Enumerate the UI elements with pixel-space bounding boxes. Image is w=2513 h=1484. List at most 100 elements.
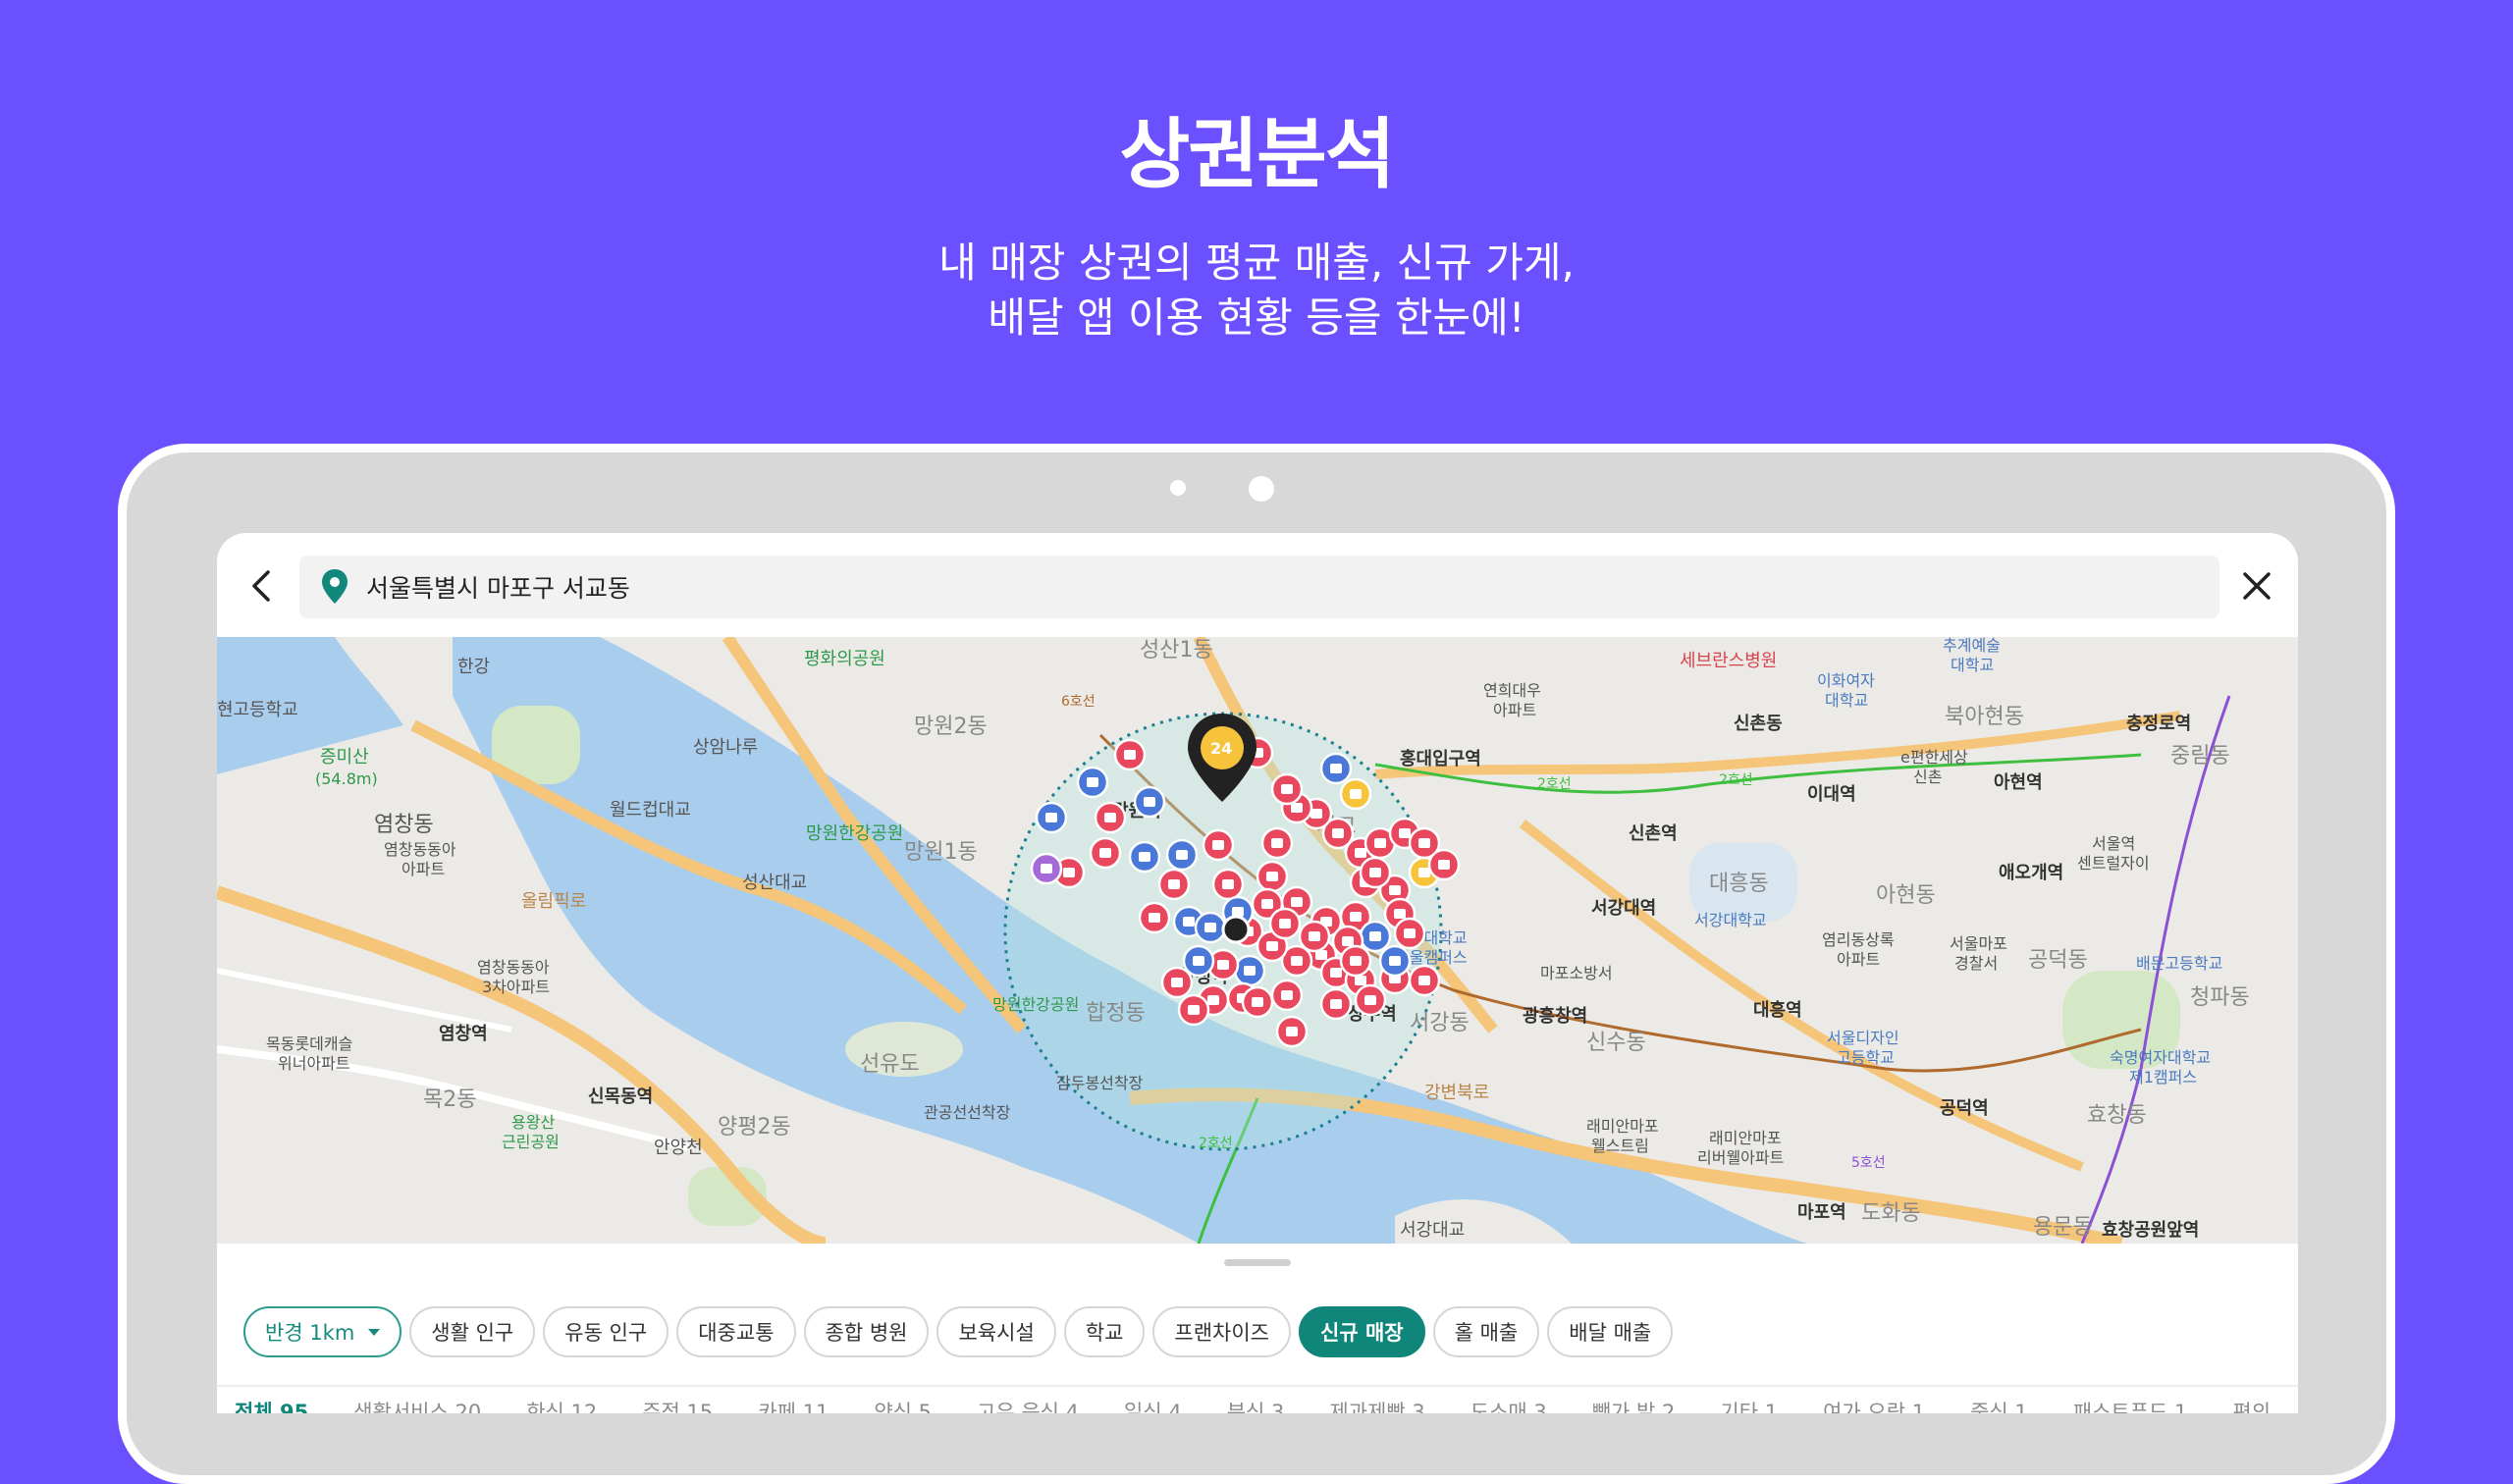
tab-category[interactable]: 기타 1 (1720, 1397, 1778, 1413)
store-glyph-icon (1350, 789, 1362, 799)
map-label: 목동롯데캐슬 (266, 1034, 352, 1053)
store-glyph-icon (1183, 917, 1195, 927)
chip-school[interactable]: 학교 (1063, 1306, 1146, 1357)
map-label: 성산대교 (742, 873, 807, 893)
map-label: 서강동 (1410, 1011, 1470, 1035)
store-glyph-icon (1291, 956, 1303, 966)
app-screen: 서울특별시 마포구 서교동 한강 평화의공원 성산1동 현고등학교 증미산 (5… (217, 533, 2298, 1413)
tab-category[interactable]: 도소매 3 (1470, 1397, 1547, 1413)
store-glyph-icon (1279, 919, 1291, 928)
store-glyph-icon (1374, 838, 1386, 848)
tab-category[interactable]: 생활서비스 20 (353, 1397, 481, 1413)
map-label: 중림동 (2170, 744, 2230, 768)
store-glyph-icon (1281, 990, 1293, 1000)
store-glyph-icon (1286, 1027, 1298, 1036)
store-glyph-icon (1099, 848, 1111, 858)
store-glyph-icon (1144, 797, 1155, 807)
filter-chips: 반경 1km 생활 인구 유동 인구 대중교통 종합 병원 보육시설 학교 프랜… (243, 1306, 1674, 1357)
map-label: 합정동 (1086, 1001, 1146, 1026)
store-glyph-icon (1309, 931, 1320, 941)
map-label: 아파트 (1837, 950, 1880, 969)
chip-childcare[interactable]: 보육시설 (936, 1306, 1056, 1357)
chip-public-transit[interactable]: 대중교통 (676, 1306, 796, 1357)
map-label: 광흥창역 (1523, 1005, 1587, 1027)
map-label: 근린공원 (502, 1133, 560, 1151)
map-label: 대흥역 (1753, 999, 1802, 1021)
tab-all[interactable]: 전체 95 (235, 1397, 308, 1413)
store-glyph-icon (1369, 931, 1381, 941)
chip-franchise[interactable]: 프랜차이즈 (1152, 1306, 1292, 1357)
store-glyph-icon (1330, 968, 1342, 978)
store-glyph-icon (1350, 956, 1362, 966)
map-label: 2호선 (1537, 776, 1572, 792)
map-label: 2호선 (1199, 1136, 1233, 1151)
map-label: 안양천 (654, 1138, 703, 1158)
location-search[interactable]: 서울특별시 마포구 서교동 (299, 556, 2219, 618)
tab-category[interactable]: 분식 3 (1227, 1397, 1285, 1413)
tab-category[interactable]: 제과제빵 3 (1329, 1397, 1424, 1413)
chip-living-population[interactable]: 생활 인구 (409, 1306, 536, 1357)
map-label: 제1캠퍼스 (2129, 1068, 2197, 1086)
map-label: 증미산 (320, 747, 369, 768)
map-label: e편한세상 (1900, 748, 1968, 767)
map-label: 센트럴자이 (2077, 854, 2150, 873)
store-glyph-icon (1355, 848, 1366, 858)
chip-delivery-sales[interactable]: 배달 매출 (1547, 1306, 1674, 1357)
store-glyph-icon (1342, 936, 1354, 946)
location-text: 서울특별시 마포구 서교동 (366, 574, 630, 603)
category-tabs: 전체 95 생활서비스 20 한식 12 주점 15 카페 11 양식 5 고유… (235, 1397, 2271, 1413)
map-label: 도화동 (1861, 1201, 1921, 1226)
map-label: 이대역 (1807, 784, 1856, 805)
chip-floating-population[interactable]: 유동 인구 (543, 1306, 669, 1357)
store-glyph-icon (1252, 997, 1263, 1007)
map-label: 청파동 (2190, 985, 2250, 1010)
sheet-handle[interactable] (1224, 1259, 1291, 1266)
map-label: 염창동동아 (384, 840, 456, 859)
store-glyph-icon (1330, 999, 1342, 1009)
promo-subtitle: 내 매장 상권의 평균 매출, 신규 가게, 배달 앱 이용 현황 등을 한눈에… (0, 236, 2513, 345)
tab-category[interactable]: 한식 12 (526, 1397, 597, 1413)
map-label: 성산1동 (1140, 638, 1213, 662)
tab-category[interactable]: 주점 15 (642, 1397, 713, 1413)
store-glyph-icon (1261, 899, 1273, 909)
back-button[interactable] (242, 566, 282, 606)
map-label: 2호선 (1719, 772, 1753, 788)
map-label: 망원2동 (914, 715, 988, 739)
close-button[interactable] (2239, 568, 2274, 604)
map-label: 서울디자인 (1827, 1029, 1899, 1047)
map-label: 서강대교 (1400, 1220, 1465, 1241)
bottom-sheet: 반경 1km 생활 인구 유동 인구 대중교통 종합 병원 보육시설 학교 프랜… (217, 1244, 2298, 1413)
map-label: 북아현동 (1945, 705, 2024, 729)
chip-hall-sales[interactable]: 홀 매출 (1432, 1306, 1540, 1357)
tab-category[interactable]: 편의 (2232, 1397, 2271, 1413)
tab-category[interactable]: 양식 5 (874, 1397, 932, 1413)
radius-dropdown[interactable]: 반경 1km (243, 1306, 402, 1357)
sheet-divider (217, 1385, 2298, 1387)
map-label: 세브란스병원 (1680, 651, 1777, 671)
tab-category[interactable]: 카페 11 (758, 1397, 829, 1413)
store-glyph-icon (1063, 868, 1075, 877)
tab-category[interactable]: 일식 4 (1124, 1397, 1182, 1413)
map-label: 양평2동 (718, 1115, 791, 1140)
store-glyph-icon (1139, 852, 1150, 862)
store-glyph-icon (1087, 777, 1098, 787)
map-label: 3차아파트 (482, 978, 550, 996)
chip-general-hospital[interactable]: 종합 병원 (803, 1306, 930, 1357)
map-label: 용문동 (2033, 1215, 2093, 1240)
tab-category[interactable]: 중식 1 (1970, 1397, 2028, 1413)
map-label: 한강 (457, 657, 490, 677)
map-label: 6호선 (1061, 694, 1096, 710)
store-glyph-icon (1389, 956, 1401, 966)
map-label: 마포소방서 (1540, 964, 1613, 982)
map-label: 서울마포 (1950, 934, 2007, 953)
tab-category[interactable]: 여가 오락 1 (1823, 1397, 1925, 1413)
tab-category[interactable]: 고유 음식 4 (977, 1397, 1079, 1413)
map-label: 신촌 (1913, 768, 1942, 786)
tab-category[interactable]: 뺑가 발 2 (1592, 1397, 1676, 1413)
map-label: 래미안마포 (1586, 1117, 1659, 1136)
chip-new-stores[interactable]: 신규 매장 (1299, 1306, 1425, 1357)
tab-category[interactable]: 패스트푸드 1 (2073, 1397, 2188, 1413)
store-glyph-icon (1168, 879, 1180, 889)
map-view[interactable]: 한강 평화의공원 성산1동 현고등학교 증미산 (54.8m) 상암나루 망원2… (217, 637, 2298, 1244)
map-label: 애오개역 (1999, 863, 2063, 883)
